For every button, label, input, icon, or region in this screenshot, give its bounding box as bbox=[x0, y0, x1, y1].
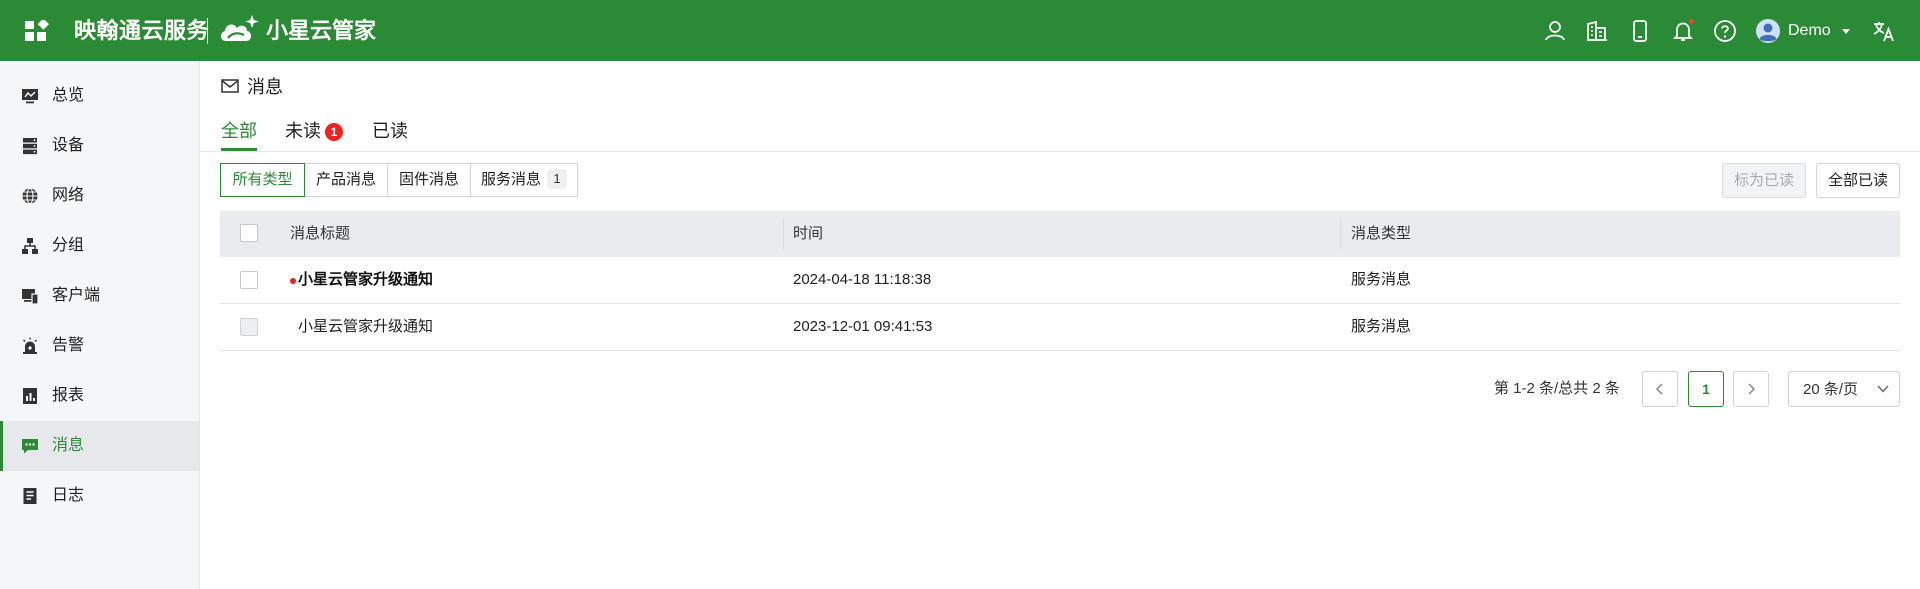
message-title[interactable]: 小星云管家升级通知 bbox=[298, 269, 433, 291]
sidebar-item-label: 消息 bbox=[52, 437, 85, 454]
apps-grid-icon[interactable] bbox=[24, 20, 50, 42]
chevron-left-icon bbox=[1655, 383, 1663, 395]
translate-icon[interactable] bbox=[1872, 19, 1896, 43]
devices-icon bbox=[22, 289, 39, 305]
unread-count-badge: 1 bbox=[325, 123, 343, 142]
page-size-select[interactable]: 20 条/页 bbox=[1788, 371, 1900, 407]
tab-all[interactable]: 全部 bbox=[221, 119, 257, 143]
column-header-type: 消息类型 bbox=[1351, 225, 1412, 242]
sidebar-item-reports[interactable]: 报表 bbox=[0, 371, 199, 421]
tab-read[interactable]: 已读 bbox=[372, 119, 408, 143]
select-all-checkbox[interactable] bbox=[240, 224, 258, 242]
sidebar-item-label: 客户端 bbox=[52, 287, 101, 304]
filter-count-badge: 1 bbox=[547, 169, 567, 189]
mark-all-read-button[interactable]: 全部已读 bbox=[1816, 163, 1900, 198]
tab-label: 未读 bbox=[285, 121, 321, 141]
next-page-button[interactable] bbox=[1733, 371, 1769, 407]
sidebar-item-label: 日志 bbox=[52, 487, 85, 504]
server-icon bbox=[23, 138, 37, 155]
column-header-title: 消息标题 bbox=[290, 225, 351, 242]
cloud-star-logo-icon bbox=[220, 15, 259, 41]
column-header-time: 时间 bbox=[793, 225, 824, 242]
message-title[interactable]: 小星云管家升级通知 bbox=[298, 316, 433, 338]
pagination-summary: 第 1-2 条/总共 2 条 bbox=[1494, 380, 1620, 397]
table-row[interactable]: 小星云管家升级通知 2024-04-18 11:18:38 服务消息 bbox=[220, 257, 1900, 304]
tab-label: 全部 bbox=[221, 121, 257, 141]
hierarchy-icon bbox=[22, 238, 38, 254]
filter-label: 产品消息 bbox=[315, 171, 376, 188]
active-tab-indicator bbox=[221, 148, 257, 151]
alarm-icon bbox=[23, 337, 37, 354]
avatar-icon[interactable] bbox=[1756, 19, 1780, 43]
building-icon[interactable] bbox=[1585, 19, 1609, 43]
prev-page-button[interactable] bbox=[1642, 371, 1678, 407]
sidebar-item-clients[interactable]: 客户端 bbox=[0, 271, 199, 321]
message-type: 服务消息 bbox=[1351, 271, 1412, 288]
table-header: 消息标题 时间 消息类型 bbox=[220, 211, 1900, 257]
row-checkbox bbox=[240, 318, 258, 336]
tab-label: 已读 bbox=[372, 121, 408, 141]
filter-label: 所有类型 bbox=[232, 171, 293, 188]
page-title: 消息 bbox=[247, 77, 283, 97]
sidebar: 总览 设备 网络 分组 客户端 告警 报表 消息 日志 bbox=[0, 61, 200, 589]
column-divider bbox=[1340, 219, 1341, 249]
brand-divider bbox=[207, 18, 208, 44]
sidebar-item-logs[interactable]: 日志 bbox=[0, 471, 199, 521]
message-icon bbox=[22, 439, 38, 454]
sidebar-item-alarms[interactable]: 告警 bbox=[0, 321, 199, 371]
message-type: 服务消息 bbox=[1351, 318, 1412, 335]
table-row[interactable]: 小星云管家升级通知 2023-12-01 09:41:53 服务消息 bbox=[220, 304, 1900, 351]
chevron-right-icon bbox=[1748, 383, 1756, 395]
message-tabs: 全部 未读 1 已读 bbox=[200, 115, 1920, 152]
tab-unread[interactable]: 未读 1 bbox=[285, 119, 343, 143]
mobile-icon[interactable] bbox=[1628, 19, 1652, 43]
unread-dot bbox=[290, 278, 296, 284]
top-header: 映翰通云服务 小星云管家 Demo bbox=[0, 0, 1920, 61]
product-name: 小星云管家 bbox=[266, 18, 377, 43]
sidebar-item-label: 告警 bbox=[52, 337, 85, 354]
sidebar-item-label: 网络 bbox=[52, 187, 85, 204]
sidebar-item-label: 报表 bbox=[52, 387, 85, 404]
sidebar-item-label: 分组 bbox=[52, 237, 85, 254]
report-icon bbox=[23, 388, 37, 404]
page-size-value: 20 条/页 bbox=[1803, 381, 1859, 398]
user-icon[interactable] bbox=[1543, 19, 1567, 43]
help-icon[interactable] bbox=[1713, 19, 1737, 43]
filter-label: 服务消息 bbox=[480, 171, 541, 188]
notification-button[interactable] bbox=[1671, 18, 1695, 43]
sidebar-item-overview[interactable]: 总览 bbox=[0, 71, 199, 121]
globe-icon bbox=[22, 187, 38, 205]
sidebar-item-groups[interactable]: 分组 bbox=[0, 221, 199, 271]
brand-name: 映翰通云服务 bbox=[74, 18, 210, 43]
filter-product-messages[interactable]: 产品消息 bbox=[304, 163, 388, 197]
row-checkbox[interactable] bbox=[240, 271, 258, 289]
mail-icon bbox=[221, 79, 239, 93]
notification-dot bbox=[1688, 18, 1695, 25]
filter-all-types[interactable]: 所有类型 bbox=[220, 163, 305, 197]
sidebar-item-devices[interactable]: 设备 bbox=[0, 121, 199, 171]
user-menu-caret-icon[interactable] bbox=[1842, 29, 1850, 34]
filter-service-messages[interactable]: 服务消息 1 bbox=[470, 163, 578, 197]
filter-label: 固件消息 bbox=[398, 171, 459, 188]
mark-read-button[interactable]: 标为已读 bbox=[1722, 163, 1806, 198]
log-icon bbox=[23, 488, 37, 504]
message-time: 2024-04-18 11:18:38 bbox=[793, 271, 932, 288]
sidebar-item-network[interactable]: 网络 bbox=[0, 171, 199, 221]
chevron-down-icon bbox=[1877, 385, 1889, 393]
page-button-current[interactable]: 1 bbox=[1688, 371, 1724, 407]
message-time: 2023-12-01 09:41:53 bbox=[793, 318, 933, 335]
filter-firmware-messages[interactable]: 固件消息 bbox=[387, 163, 471, 197]
monitor-icon bbox=[22, 89, 38, 104]
sidebar-item-label: 设备 bbox=[52, 137, 85, 154]
column-divider bbox=[783, 219, 784, 249]
sidebar-item-messages[interactable]: 消息 bbox=[0, 421, 199, 471]
sidebar-item-label: 总览 bbox=[52, 87, 85, 104]
user-name[interactable]: Demo bbox=[1788, 20, 1831, 42]
